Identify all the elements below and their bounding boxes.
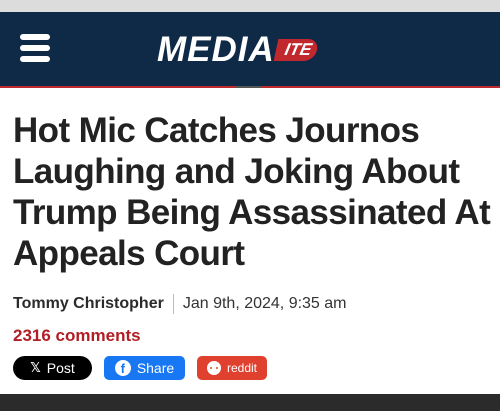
bottom-bezel xyxy=(0,394,500,411)
publish-date: Jan 9th, 2024, 9:35 am xyxy=(182,295,347,312)
byline: Tommy Christopher Jan 9th, 2024, 9:35 am xyxy=(13,294,347,314)
facebook-icon: f xyxy=(114,360,131,376)
reddit-share-button[interactable]: reddit xyxy=(197,356,267,380)
x-logo-icon: 𝕏 xyxy=(30,360,41,376)
menu-bar xyxy=(20,56,50,62)
reddit-icon xyxy=(206,361,221,375)
byline-divider xyxy=(172,294,174,314)
menu-bar xyxy=(20,34,50,40)
site-logo[interactable]: MEDIA ITE xyxy=(157,30,320,70)
author-link[interactable]: Tommy Christopher xyxy=(13,294,164,314)
facebook-share-label: Share xyxy=(136,360,175,376)
top-bezel xyxy=(0,0,500,12)
menu-bar xyxy=(20,45,50,51)
article-header: Hot Mic Catches Journos Laughing and Jok… xyxy=(0,88,500,394)
x-post-label: Post xyxy=(46,360,75,376)
comments-link[interactable]: 2316 comments xyxy=(13,326,141,346)
logo-badge: ITE xyxy=(273,39,320,61)
hamburger-menu-icon[interactable] xyxy=(20,34,50,64)
article-headline: Hot Mic Catches Journos Laughing and Jok… xyxy=(13,111,491,273)
x-post-button[interactable]: 𝕏 Post xyxy=(13,356,92,380)
facebook-share-button[interactable]: f Share xyxy=(104,356,185,380)
share-buttons: 𝕏 Post f Share reddit xyxy=(13,356,267,380)
logo-wordmark: MEDIA xyxy=(157,30,275,69)
reddit-share-label: reddit xyxy=(226,361,258,375)
site-header: MEDIA ITE xyxy=(0,12,500,86)
